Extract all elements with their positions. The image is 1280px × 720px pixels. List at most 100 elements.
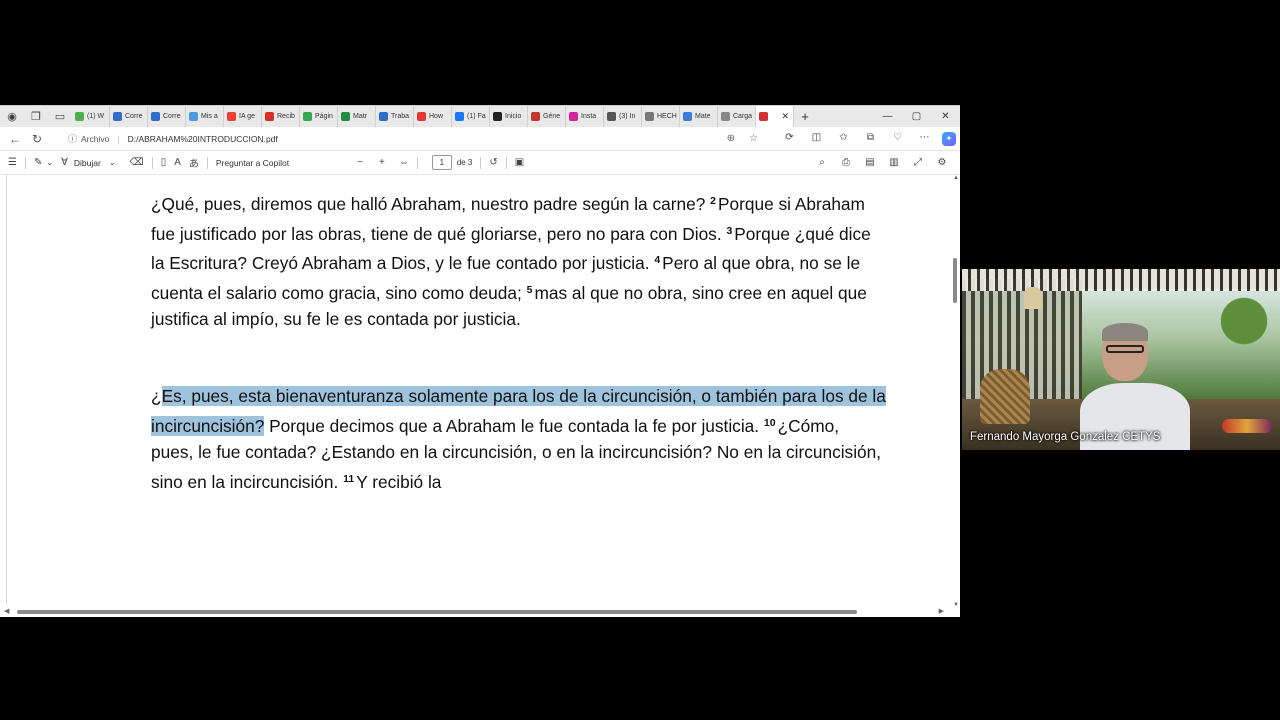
highlight-icon[interactable]: ✎: [34, 157, 42, 168]
browser-tab[interactable]: Mate: [680, 106, 718, 127]
browser-tab[interactable]: Corre: [148, 106, 186, 127]
draw-button[interactable]: Dibujar: [74, 158, 101, 168]
scroll-up-arrow-icon[interactable]: ▲: [953, 175, 959, 181]
search-icon[interactable]: ⌕: [810, 157, 834, 168]
verse-number: 10: [763, 416, 776, 429]
favorite-star-icon[interactable]: ☆: [749, 133, 758, 144]
browser-tab[interactable]: Traba: [376, 106, 414, 127]
browser-tab[interactable]: Insta: [566, 106, 604, 127]
vertical-scroll-thumb[interactable]: [953, 258, 957, 303]
browser-essentials-icon[interactable]: ♡: [884, 132, 911, 146]
browser-tab[interactable]: (3) In: [604, 106, 642, 127]
highlight-dropdown-icon[interactable]: ⌄: [46, 158, 53, 167]
tab-label: HECH: [657, 113, 677, 120]
tab-favicon-icon: [645, 112, 654, 121]
draw-dropdown-icon[interactable]: ⌄: [109, 158, 116, 167]
copilot-icon[interactable]: ✦: [942, 131, 956, 146]
rotate-icon[interactable]: ↺: [489, 157, 497, 168]
back-arrow-icon[interactable]: ←: [4, 132, 26, 146]
zoom-in-button[interactable]: +: [379, 157, 385, 168]
close-window-button[interactable]: ✕: [931, 111, 960, 122]
scroll-right-arrow-icon[interactable]: ▶: [939, 607, 944, 615]
close-tab-icon[interactable]: ✕: [781, 111, 789, 122]
split-screen-icon[interactable]: ◫: [803, 132, 830, 146]
divider: [24, 156, 26, 169]
new-tab-button[interactable]: +: [794, 109, 816, 124]
ask-copilot-button[interactable]: Preguntar a Copilot: [216, 158, 289, 168]
pdf-toolbar-right: ⌕ ⎙ ▤ ▥ ⤢ ⚙: [810, 157, 954, 168]
print-icon[interactable]: ⎙: [834, 157, 858, 168]
tab-label: Mis a: [201, 113, 218, 120]
video-participant-tile[interactable]: Fernando Mayorga Gonzalez CETYS: [962, 269, 1280, 450]
tab-label: Insta: [581, 113, 597, 120]
text-icon[interactable]: ▯: [161, 157, 167, 168]
tab-actions-icon[interactable]: ▭: [48, 106, 72, 127]
browser-tab[interactable]: Mis a: [186, 106, 224, 127]
tab-favicon-icon: [189, 112, 198, 121]
contents-list-icon[interactable]: ☰: [8, 157, 17, 168]
verse-text: ¿Qué, pues, diremos que halló Abraham, n…: [151, 194, 706, 214]
more-menu-icon[interactable]: ⋯: [911, 132, 938, 146]
browser-tab[interactable]: Págin: [300, 106, 338, 127]
browser-tab[interactable]: Géne: [528, 106, 566, 127]
pdf-icon: [759, 112, 768, 121]
fullscreen-icon[interactable]: ⤢: [906, 157, 930, 168]
verse-text: Y recibió la: [356, 471, 442, 492]
url-field[interactable]: ⓘ Archivo | D:/ABRAHAM%20INTRODUCCION.pd…: [68, 130, 758, 148]
favorites-icon[interactable]: ✩: [830, 132, 857, 146]
browser-tab[interactable]: Inicio: [490, 106, 528, 127]
verse-number: 11: [343, 472, 355, 485]
browser-window: ◉ ❐ ▭ (1) W Corre Corre Mis a IA ge Recib Pági…: [0, 105, 960, 617]
tab-favicon-icon: [683, 112, 692, 121]
background-palm: [1214, 289, 1274, 369]
page-number-input[interactable]: 1: [431, 155, 452, 170]
pdf-viewer[interactable]: ¿Qué, pues, diremos que halló Abraham, n…: [0, 175, 960, 617]
verse-number: 3: [726, 224, 733, 237]
minimize-button[interactable]: —: [873, 111, 902, 122]
browser-tab[interactable]: Corre: [110, 106, 148, 127]
workspaces-icon[interactable]: ❐: [24, 106, 48, 127]
address-bar: ← ↻ ⓘ Archivo | D:/ABRAHAM%20INTRODUCCIO…: [0, 127, 960, 151]
page-view-icon[interactable]: ▣: [515, 157, 524, 168]
browser-tab[interactable]: (1) Fa: [452, 106, 490, 127]
tab-favicon-icon: [417, 112, 426, 121]
draw-icon[interactable]: ∀: [61, 157, 68, 168]
profile-avatar-icon[interactable]: ◉: [0, 106, 24, 127]
browser-tab[interactable]: Carga: [718, 106, 756, 127]
browser-tab[interactable]: IA ge: [224, 106, 262, 127]
save-as-icon[interactable]: ▥: [882, 157, 906, 168]
scroll-left-arrow-icon[interactable]: ◀: [4, 607, 9, 615]
zoom-icon[interactable]: ⊕: [727, 133, 735, 144]
eraser-icon[interactable]: ⌫: [130, 157, 144, 168]
extensions-icon[interactable]: ⟳: [776, 132, 803, 146]
scroll-down-arrow-icon[interactable]: ▼: [953, 602, 959, 608]
browser-tab[interactable]: (1) W: [72, 106, 110, 127]
browser-tab[interactable]: HECH: [642, 106, 680, 127]
tab-active-pdf[interactable]: ✕: [756, 106, 794, 127]
settings-icon[interactable]: ⚙: [930, 157, 954, 168]
participant-name: Fernando Mayorga Gonzalez CETYS: [970, 431, 1161, 443]
tabs-container: (1) W Corre Corre Mis a IA ge Recib Págin Matr T…: [72, 106, 756, 127]
refresh-icon[interactable]: ↻: [26, 132, 48, 146]
info-icon[interactable]: ⓘ: [68, 132, 77, 145]
verse-number: 5: [526, 283, 533, 296]
horizontal-scrollbar[interactable]: ◀ ▶: [0, 607, 950, 617]
tab-label: Matr: [353, 113, 367, 120]
maximize-button[interactable]: ▢: [902, 111, 931, 122]
browser-tab[interactable]: How: [414, 106, 452, 127]
tab-label: Corre: [125, 113, 143, 120]
zoom-out-button[interactable]: −: [357, 157, 363, 168]
url-text[interactable]: D:/ABRAHAM%20INTRODUCCION.pdf: [128, 134, 278, 144]
read-aloud-icon[interactable]: A: [174, 157, 181, 168]
translate-icon[interactable]: あ: [189, 155, 199, 170]
tab-favicon-icon: [75, 112, 84, 121]
participant-glasses: [1106, 345, 1144, 353]
vertical-scrollbar[interactable]: ▲ ▼: [950, 175, 960, 608]
fit-page-icon[interactable]: ⇔: [399, 157, 409, 168]
collections-icon[interactable]: ⧉: [857, 132, 884, 146]
horizontal-scroll-thumb[interactable]: [17, 610, 857, 614]
save-icon[interactable]: ▤: [858, 157, 882, 168]
tab-label: IA ge: [239, 113, 255, 120]
browser-tab[interactable]: Matr: [338, 106, 376, 127]
browser-tab[interactable]: Recib: [262, 106, 300, 127]
